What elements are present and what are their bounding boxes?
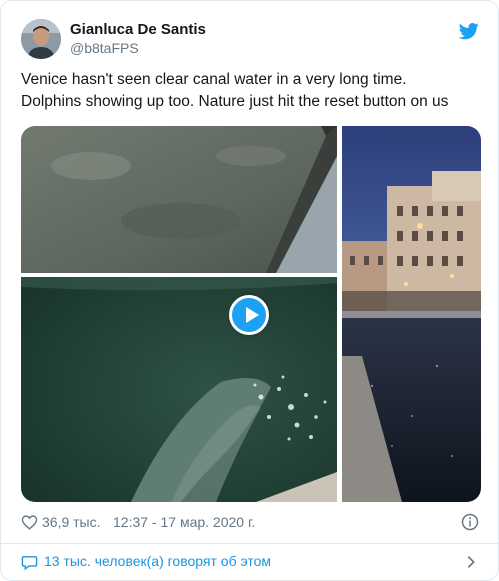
like-count: 36,9 тыс. xyxy=(42,514,101,530)
canal-water-photo[interactable] xyxy=(21,126,337,273)
tweet-text: Venice hasn't seen clear canal water in … xyxy=(21,69,483,113)
dolphin-video[interactable] xyxy=(21,277,337,502)
tweet-card: Gianluca De Santis @b8taFPS Venice hasn'… xyxy=(0,0,499,581)
tweet-text-line: Venice hasn't seen clear canal water in … xyxy=(21,71,407,88)
conversation-count-label[interactable]: 13 тыс. человек(а) говорят об этом xyxy=(44,553,271,569)
conversation-link[interactable]: 13 тыс. человек(а) говорят об этом xyxy=(21,549,481,575)
chevron-right-icon[interactable] xyxy=(463,554,479,570)
twitter-bird-icon[interactable] xyxy=(459,21,479,41)
author-display-name[interactable]: Gianluca De Santis xyxy=(70,20,206,39)
play-icon[interactable] xyxy=(229,295,269,335)
tweet-text-line: Dolphins showing up too. Nature just hit… xyxy=(21,93,449,110)
author-info[interactable]: Gianluca De Santis @b8taFPS xyxy=(70,20,206,58)
heart-icon[interactable] xyxy=(21,514,38,531)
timestamp[interactable]: 12:37 - 17 мар. 2020 г. xyxy=(113,514,255,530)
info-icon[interactable] xyxy=(461,513,479,531)
canal-night-photo[interactable] xyxy=(342,126,481,502)
divider xyxy=(1,543,498,544)
comment-icon xyxy=(21,556,38,571)
avatar[interactable] xyxy=(21,19,61,59)
tweet-meta: 36,9 тыс. 12:37 - 17 мар. 2020 г. xyxy=(21,513,481,533)
author-handle[interactable]: @b8taFPS xyxy=(70,39,206,58)
tweet-header: Gianluca De Santis @b8taFPS xyxy=(21,19,481,59)
